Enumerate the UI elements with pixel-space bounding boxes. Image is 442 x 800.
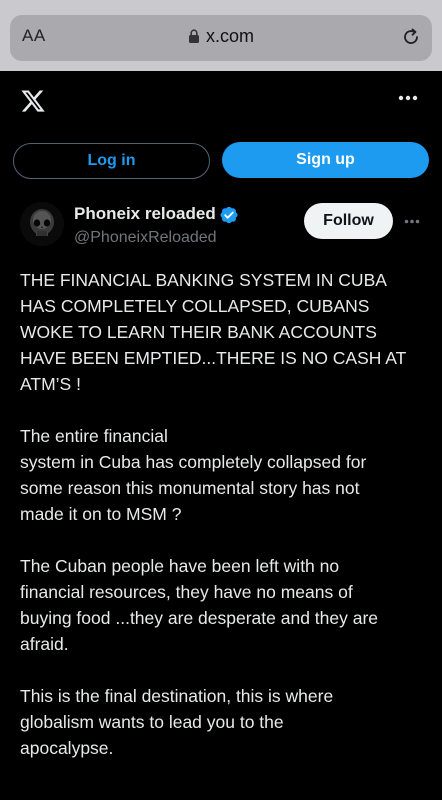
url-display[interactable]: x.com	[10, 26, 432, 47]
signup-button[interactable]: Sign up	[222, 142, 429, 178]
post-paragraph: The entire financial system in Cuba has …	[20, 426, 367, 524]
post-text: THE FINANCIAL BANKING SYSTEM IN CUBA HAS…	[20, 267, 425, 787]
follow-button[interactable]: Follow	[304, 203, 393, 239]
post-paragraph: THE FINANCIAL BANKING SYSTEM IN CUBA HAS…	[20, 270, 407, 394]
browser-toolbar: AA x.com	[0, 0, 442, 71]
app-header	[0, 71, 442, 131]
verified-badge-icon	[220, 206, 238, 224]
author-display-name[interactable]: Phoneix reloaded	[74, 204, 216, 224]
avatar[interactable]	[20, 202, 64, 246]
login-button[interactable]: Log in	[13, 143, 210, 179]
reload-icon[interactable]	[400, 26, 422, 48]
more-icon[interactable]	[404, 219, 420, 224]
address-bar[interactable]: AA x.com	[10, 15, 432, 61]
lock-icon	[188, 29, 199, 43]
skull-avatar	[20, 202, 64, 246]
more-icon[interactable]	[398, 95, 418, 101]
post-paragraph: The Cuban people have been left with no …	[20, 556, 379, 654]
url-text: x.com	[205, 26, 254, 46]
author-handle[interactable]: @PhoneixReloaded	[74, 229, 217, 247]
x-logo-icon[interactable]	[20, 88, 46, 114]
post-paragraph: This is the final destination, this is w…	[20, 686, 334, 758]
